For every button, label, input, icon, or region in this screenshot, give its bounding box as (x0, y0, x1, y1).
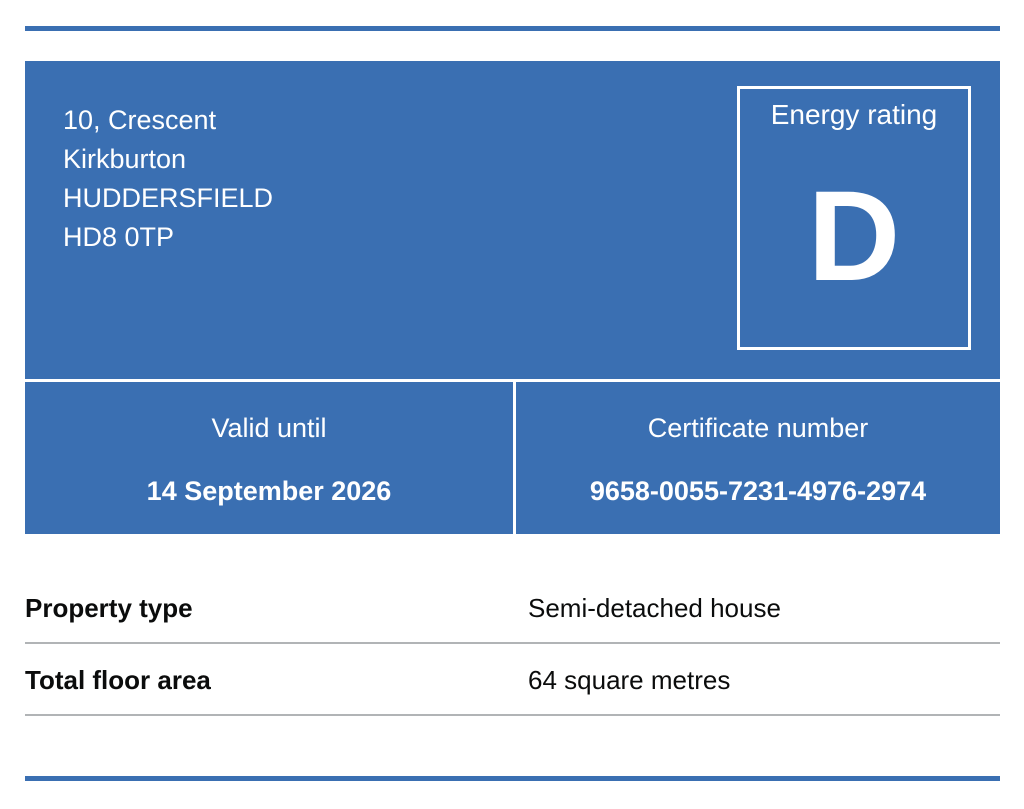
energy-rating-box: Energy rating D (737, 86, 971, 350)
certificate-number-value: 9658-0055-7231-4976-2974 (589, 476, 927, 506)
address-line-2: Kirkburton (63, 144, 187, 174)
bottom-rule (25, 776, 1000, 781)
certificate-number-label: Certificate number (647, 413, 869, 443)
valid-until-label: Valid until (211, 413, 327, 443)
certificate-number-cell: Certificate number 9658-0055-7231-4976-2… (516, 382, 1000, 534)
energy-rating-value: D (807, 165, 901, 308)
top-rule (25, 26, 1000, 31)
summary-key: Property type (25, 593, 193, 623)
address-line-4: HD8 0TP (63, 222, 175, 252)
summary-row-property-type: Property type Semi-detached house (25, 572, 1000, 644)
summary-value: 64 square metres (528, 665, 731, 695)
valid-until-cell: Valid until 14 September 2026 (25, 382, 513, 534)
valid-until-value: 14 September 2026 (146, 476, 392, 506)
property-address: 10, Crescent Kirkburton HUDDERSFIELD HD8… (63, 101, 273, 257)
summary-key: Total floor area (25, 665, 211, 695)
energy-rating-label: Energy rating (770, 99, 938, 130)
summary-row-total-floor-area: Total floor area 64 square metres (25, 644, 1000, 716)
summary-value: Semi-detached house (528, 593, 781, 623)
certificate-summary-panel: 10, Crescent Kirkburton HUDDERSFIELD HD8… (25, 61, 1000, 534)
address-line-1: 10, Crescent (63, 105, 217, 135)
address-line-3: HUDDERSFIELD (63, 183, 274, 213)
property-summary-list: Property type Semi-detached house Total … (25, 572, 1000, 716)
